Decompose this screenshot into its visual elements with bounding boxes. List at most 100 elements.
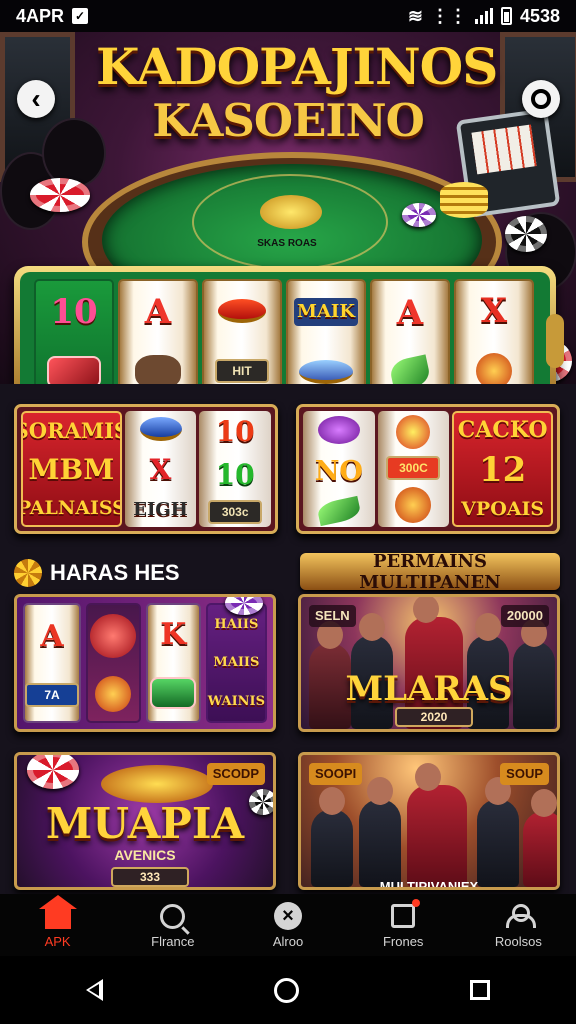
blue-gem-icon [299, 360, 353, 384]
bottom-player-avatar-1 [311, 787, 353, 887]
slot-symbol-maik: MAIK [294, 298, 358, 326]
treasure-icon [135, 354, 181, 384]
table-label: SKAS ROAS [257, 238, 317, 249]
card-symbol-a: A [40, 619, 64, 654]
signal-extra-icon: ⋮⋮ [430, 5, 467, 26]
mauria-game-card[interactable]: SCODP MUAPIA AVENICS 333 [14, 752, 276, 890]
top-card-title: MLARAS [345, 669, 513, 709]
card-side-panel: HAIIS MAIIS WAINIS [205, 603, 268, 723]
bottom-player-avatar-2 [359, 777, 401, 887]
coin-stack-icon [440, 182, 488, 218]
gold-pile-icon [260, 195, 322, 229]
slot-symbol-a-2: A [396, 292, 424, 333]
chili-icon [218, 299, 266, 323]
fruit-icon [396, 414, 431, 449]
bag-shape-icon [391, 899, 421, 928]
x-circle-icon: × [274, 902, 302, 930]
card-side-text-2: MAIIS [213, 655, 260, 671]
card-reel-3: K [145, 603, 201, 723]
featured-slot-machine[interactable]: 10 A HIT MAIK A X [14, 266, 564, 384]
promo-slot-left[interactable]: SORAMIS MBM PALNAISS X EIGH 10 10 303c [14, 404, 278, 534]
wifi-icon: ≋ [407, 5, 423, 26]
logo-line-1: KADOPAJINOS [96, 37, 498, 96]
back-button[interactable]: ‹ [17, 80, 55, 118]
back-icon[interactable] [85, 979, 103, 1001]
multiplayer-card-bottom[interactable]: SOOPI SOUP MULTIPIVANIEX [298, 752, 560, 890]
promo-right-line-2: 12 [478, 450, 527, 491]
hero-casino-banner[interactable]: SKAS ROAS KADOPAJINOS KASOEINO 10 A HIT … [0, 32, 576, 384]
nav-home[interactable]: APK [0, 894, 115, 956]
shopping-bag-icon [391, 899, 421, 931]
promo-left-reel-2: 10 10 303c [199, 411, 271, 527]
slot-reel-1: 10 [34, 279, 114, 384]
home-shape-icon [38, 895, 77, 929]
left-section-title: HARAS HES [14, 555, 278, 590]
promo-right-reel-1: NO [303, 411, 375, 527]
message-icon: ✓ [72, 8, 89, 24]
gem-icon [47, 356, 101, 384]
top-card-tag-right: 20000 [500, 605, 549, 627]
nav-finance[interactable]: Flrance [115, 894, 230, 956]
home-icon [38, 895, 77, 931]
promo-left-reel-bottom: EIGH [133, 499, 188, 521]
card-side-text-3: WAINIS [207, 694, 266, 710]
bottom-player-avatar-5 [523, 789, 557, 887]
fruit-crown-icon [101, 765, 213, 803]
slot-reel-5: A [370, 279, 450, 384]
purple-chip-icon [402, 203, 436, 227]
leaf-icon [388, 353, 432, 384]
nav-frones[interactable]: Frones [346, 894, 461, 956]
green-gem-icon [315, 495, 362, 527]
recent-apps-icon[interactable] [470, 980, 491, 1000]
slot-symbol-10: 10 [50, 292, 98, 332]
multiplayer-card-top[interactable]: SELN 20000 MLARAS 2020 [298, 594, 560, 732]
profile-icon [506, 901, 537, 931]
nav-alroo[interactable]: × Alroo [230, 894, 345, 956]
slot-game-card[interactable]: A 7A K HAIIS MAIIS WAINIS [14, 594, 276, 732]
black-chip-icon [505, 216, 547, 252]
logo-line-2: KASOEINO [152, 94, 425, 147]
slot-reel-4: MAIK [286, 279, 366, 384]
bottom-card-caption: MULTIPIVANIEX [379, 879, 479, 890]
nav-profile[interactable]: Roolsos [461, 894, 576, 956]
person-shape-icon [506, 904, 537, 928]
slot-machine-screen [471, 124, 537, 175]
promo-left-badge: 303c [208, 499, 263, 524]
status-right-text: 4538 [519, 5, 560, 26]
right-section-title: PERMAINS MULTIPANEN [300, 551, 560, 593]
search-icon [160, 901, 186, 931]
promo-right-center: NO [314, 456, 363, 487]
home-circle-icon[interactable] [273, 977, 299, 1003]
slot-lever-icon [546, 314, 564, 368]
mauria-title: MUAPIA [45, 799, 245, 848]
slot-symbol-a: A [144, 291, 172, 332]
bottom-card-tag-left: SOOPI [309, 763, 363, 785]
x-icon: × [274, 901, 302, 931]
slot-reels-frame: 10 A HIT MAIK A X [20, 272, 564, 384]
promo-slot-right[interactable]: NO 300C CACKO 12 VPOAIS [296, 404, 560, 534]
promo-left-line-3: PALNAISS [21, 496, 122, 519]
purple-gem-icon [317, 416, 360, 444]
coin-section-icon [14, 558, 42, 587]
promo-left-red-label: SORAMIS MBM PALNAISS [21, 411, 122, 527]
nav-finance-label: Flrance [151, 934, 195, 949]
profile-button[interactable] [522, 80, 560, 118]
casino-logo: KADOPAJINOS KASOEINO [96, 37, 498, 158]
profile-ring-icon [531, 89, 551, 109]
promo-left-line-1: SORAMIS [23, 418, 120, 444]
bottom-player-avatar-3 [407, 763, 467, 887]
battery-icon [500, 7, 512, 25]
promo-right-red-label: CACKO 12 VPOAIS [452, 411, 553, 527]
card-badge: 7A [25, 683, 79, 707]
promo-right-reel-2: 300C [377, 411, 450, 527]
blue-bell-icon [139, 416, 182, 441]
left-section-title-text: HARAS HES [50, 559, 180, 585]
search-ring-icon [160, 903, 186, 929]
promo-right-badge: 300C [386, 455, 441, 480]
promo-x-icon: X [149, 452, 172, 486]
promo-right-line-1: CACKO [457, 417, 548, 444]
mauria-subtitle: AVENICS [114, 847, 176, 863]
cash-stack-icon [150, 677, 197, 709]
bottom-card-tag-right: SOUP [500, 763, 549, 785]
promo-left-symbol-center: 10 [215, 457, 255, 491]
